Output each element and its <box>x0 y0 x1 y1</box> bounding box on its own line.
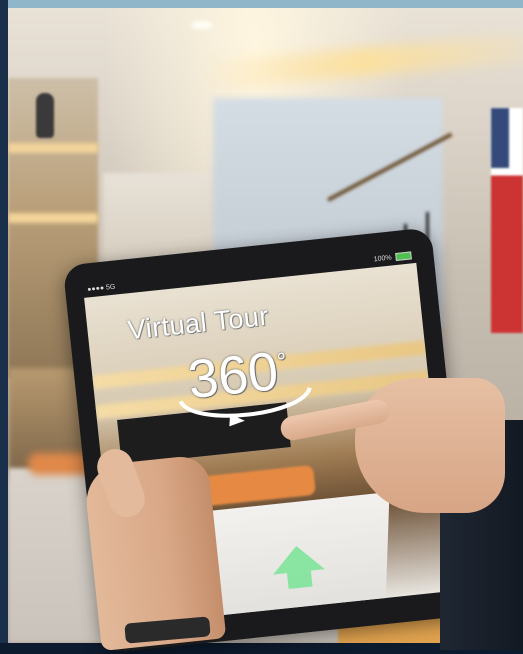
status-signal: ●●●● 5G <box>86 283 116 293</box>
vase <box>36 93 54 138</box>
battery-icon <box>395 251 412 262</box>
status-battery-level: 100% <box>373 253 392 263</box>
ceiling-light <box>191 21 213 29</box>
ceiling-cove-light <box>198 33 523 91</box>
shelf <box>8 213 98 223</box>
wall-artwork-accent <box>491 108 509 168</box>
right-hand <box>355 378 505 513</box>
virtual-tour-title: Virtual Tour <box>126 300 271 346</box>
shelf <box>8 143 98 153</box>
arrow-up-icon[interactable] <box>266 539 331 595</box>
